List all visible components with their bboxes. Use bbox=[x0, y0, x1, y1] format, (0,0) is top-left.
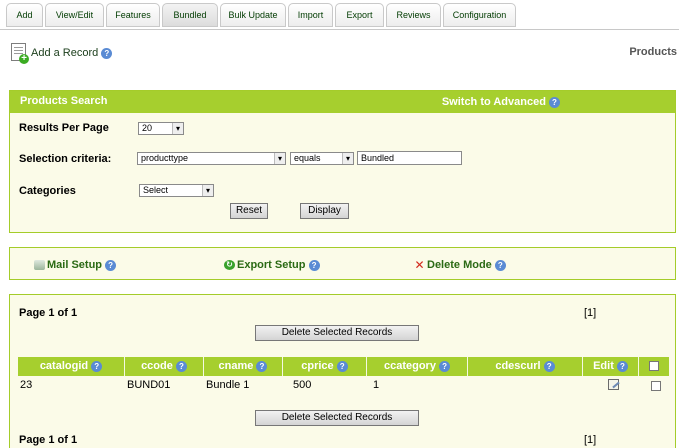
cell-ccode: BUND01 bbox=[127, 379, 171, 391]
delete-mode-link[interactable]: ✕ Delete Mode ? bbox=[414, 259, 506, 271]
add-record-label: Add a Record bbox=[31, 47, 99, 59]
mail-setup-label: Mail Setup bbox=[47, 259, 103, 271]
tools-panel: Mail Setup ? ↻ Export Setup ? ✕ Delete Mod… bbox=[9, 247, 676, 280]
help-icon[interactable]: ? bbox=[543, 360, 555, 372]
export-setup-link[interactable]: ↻ Export Setup ? bbox=[224, 259, 320, 271]
page-link-top[interactable]: [1] bbox=[584, 307, 596, 319]
search-panel-title: Products Search bbox=[20, 95, 108, 107]
page-info-bottom: Page 1 of 1 bbox=[19, 434, 78, 446]
reset-button[interactable]: Reset bbox=[230, 203, 268, 219]
help-icon[interactable]: ? bbox=[494, 259, 506, 271]
select-all-checkbox[interactable] bbox=[649, 361, 659, 372]
help-icon[interactable]: ? bbox=[105, 259, 117, 271]
cell-cprice: 500 bbox=[293, 379, 312, 391]
criteria-operator-select[interactable]: equals bbox=[290, 152, 354, 165]
results-table: catalogid ? ccode ? cname ? cprice ? cca… bbox=[18, 357, 669, 396]
add-record-icon[interactable]: + bbox=[11, 43, 29, 64]
row-select-cell bbox=[651, 381, 661, 394]
export-icon: ↻ bbox=[224, 260, 235, 271]
categories-select[interactable]: Select bbox=[139, 184, 214, 197]
page-info-top: Page 1 of 1 bbox=[19, 307, 78, 319]
cell-ccategory: 1 bbox=[373, 379, 380, 391]
tab-reviews[interactable]: Reviews bbox=[386, 3, 441, 27]
page-link-bottom[interactable]: [1] bbox=[584, 434, 596, 446]
delete-selected-button-top[interactable]: Delete Selected Records bbox=[255, 325, 419, 341]
table-header: catalogid ? ccode ? cname ? cprice ? cca… bbox=[18, 357, 669, 376]
cell-catalogid: 23 bbox=[20, 379, 33, 391]
tab-add[interactable]: Add bbox=[6, 3, 43, 27]
column-header-ccategory[interactable]: ccategory ? bbox=[367, 357, 468, 376]
edit-record-icon[interactable] bbox=[608, 379, 619, 390]
switch-to-advanced-label: Switch to Advanced bbox=[441, 96, 546, 108]
tab-export[interactable]: Export bbox=[335, 3, 384, 27]
column-header-edit[interactable]: Edit ? bbox=[583, 357, 639, 376]
delete-mode-label: Delete Mode bbox=[427, 259, 492, 271]
export-setup-label: Export Setup bbox=[237, 259, 306, 271]
switch-to-advanced-link[interactable]: Switch to Advanced ? bbox=[442, 96, 560, 108]
results-per-page-select[interactable]: 20 bbox=[138, 122, 184, 135]
categories-label: Categories bbox=[19, 185, 76, 197]
help-icon[interactable]: ? bbox=[549, 96, 560, 108]
tab-features[interactable]: Features bbox=[106, 3, 160, 27]
selection-criteria-label: Selection criteria: bbox=[19, 153, 112, 165]
row-select-checkbox[interactable] bbox=[651, 381, 661, 391]
criteria-value-input[interactable]: Bundled bbox=[357, 151, 462, 165]
add-record-link[interactable]: Add a Record ? bbox=[31, 47, 113, 59]
column-header-cname[interactable]: cname ? bbox=[204, 357, 283, 376]
column-header-catalogid[interactable]: catalogid ? bbox=[18, 357, 125, 376]
delete-icon: ✕ bbox=[414, 258, 425, 273]
page-header: + Add a Record ? Products bbox=[0, 31, 679, 83]
search-panel-header: Products Search Switch to Advanced ? bbox=[10, 91, 675, 113]
results-per-page-label: Results Per Page bbox=[19, 122, 109, 134]
display-button[interactable]: Display bbox=[300, 203, 349, 219]
top-tab-bar: Add View/Edit Features Bundled Bulk Upda… bbox=[0, 0, 679, 30]
help-icon[interactable]: ? bbox=[439, 360, 451, 372]
help-icon[interactable]: ? bbox=[256, 360, 268, 372]
breadcrumb: Products bbox=[629, 46, 677, 58]
cell-cname: Bundle 1 bbox=[206, 379, 250, 391]
select-all-checkbox-cell bbox=[639, 357, 669, 376]
help-icon[interactable]: ? bbox=[91, 360, 103, 372]
tab-configuration[interactable]: Configuration bbox=[443, 3, 516, 27]
search-panel: Products Search Switch to Advanced ? Res… bbox=[9, 90, 676, 233]
help-icon[interactable]: ? bbox=[308, 259, 320, 271]
tab-bulk-update[interactable]: Bulk Update bbox=[220, 3, 286, 27]
help-icon[interactable]: ? bbox=[616, 360, 628, 372]
table-row: 23 BUND01 Bundle 1 500 1 bbox=[18, 376, 669, 396]
mail-icon bbox=[34, 260, 45, 271]
mail-setup-link[interactable]: Mail Setup ? bbox=[34, 259, 117, 271]
tab-bundled[interactable]: Bundled bbox=[162, 3, 218, 27]
results-panel: Page 1 of 1 [1] Delete Selected Records … bbox=[9, 294, 676, 448]
help-icon[interactable]: ? bbox=[175, 360, 187, 372]
tab-import[interactable]: Import bbox=[288, 3, 333, 27]
delete-selected-button-bottom[interactable]: Delete Selected Records bbox=[255, 410, 419, 426]
column-header-cdescurl[interactable]: cdescurl ? bbox=[468, 357, 583, 376]
help-icon[interactable]: ? bbox=[101, 47, 113, 59]
column-header-cprice[interactable]: cprice ? bbox=[283, 357, 367, 376]
help-icon[interactable]: ? bbox=[336, 360, 348, 372]
tab-view-edit[interactable]: View/Edit bbox=[45, 3, 104, 27]
criteria-field-select[interactable]: producttype bbox=[137, 152, 286, 165]
column-header-ccode[interactable]: ccode ? bbox=[125, 357, 204, 376]
